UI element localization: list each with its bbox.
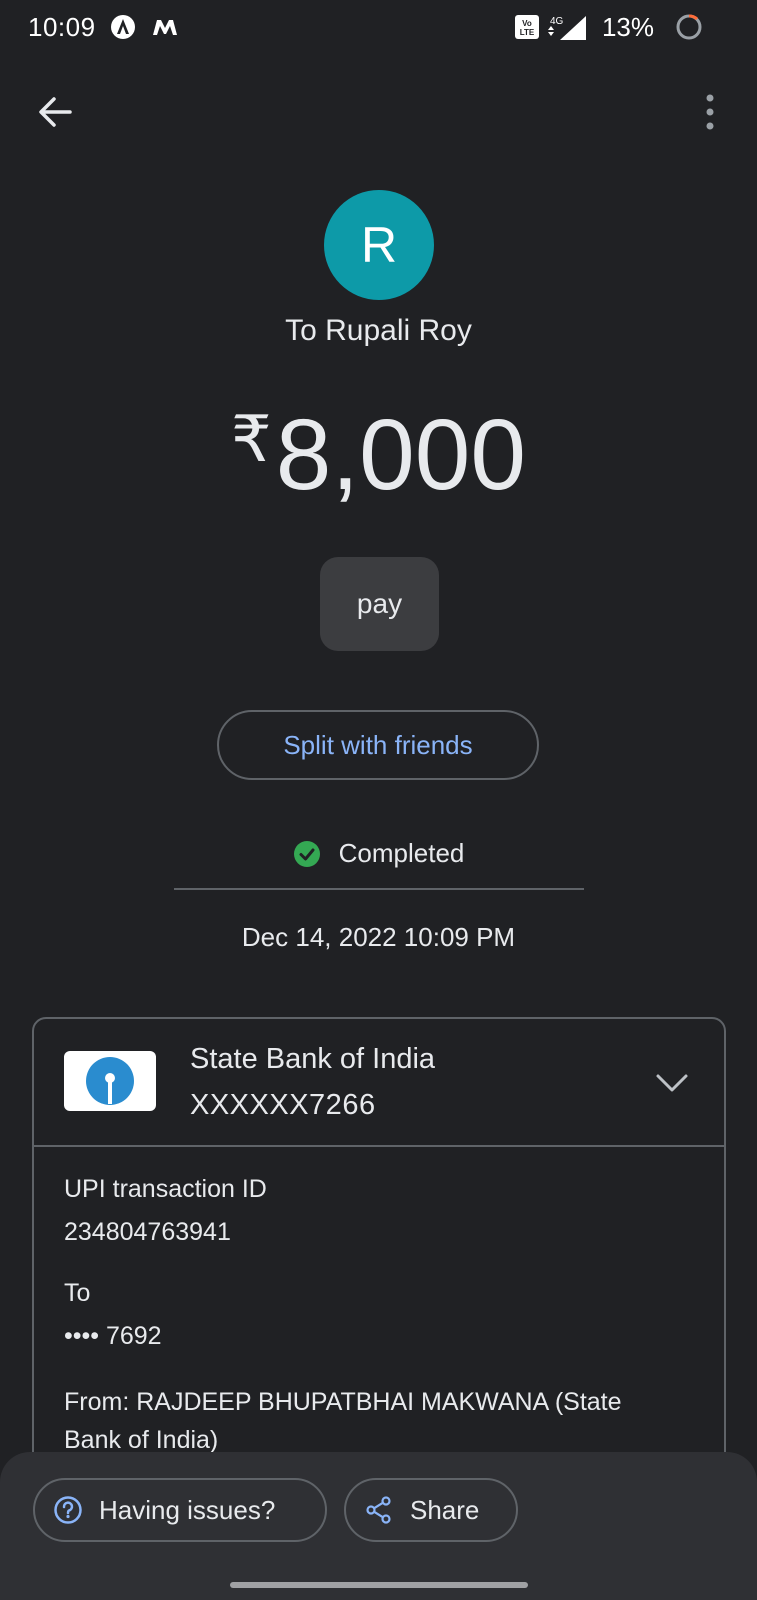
from-line: From: RAJDEEP BHUPATBHAI MAKWANA (State … xyxy=(64,1383,704,1459)
share-icon xyxy=(366,1496,391,1524)
to-label: To xyxy=(64,1279,91,1307)
recipient-name: To Rupali Roy xyxy=(285,314,472,347)
recipient-avatar: R xyxy=(324,190,434,300)
payment-datetime: Dec 14, 2022 10:09 PM xyxy=(241,922,516,952)
share-button[interactable]: Share xyxy=(344,1478,518,1542)
share-label: Share xyxy=(410,1494,480,1525)
m-app-notification-icon xyxy=(150,14,180,40)
bank-name: State Bank of India xyxy=(190,1043,436,1075)
svg-text:LTE: LTE xyxy=(520,28,535,37)
to-account-value: •••• 7692 xyxy=(64,1322,162,1350)
bank-details-card: State Bank of India XXXXXX7266 UPI trans… xyxy=(32,1017,726,1477)
payment-note: pay xyxy=(320,557,439,651)
status-text: Completed xyxy=(338,838,465,868)
payment-amount: ₹8,000 xyxy=(0,398,757,513)
having-issues-button[interactable]: Having issues? xyxy=(33,1478,327,1542)
bank-account-number: XXXXXX7266 xyxy=(190,1089,376,1121)
transaction-details: UPI transaction ID 234804763941 To •••• … xyxy=(64,1175,704,1459)
payment-details-screen: 10:09 Vo LTE 4G 13% R To Rupali Roy ₹8,00 xyxy=(0,0,757,1600)
home-indicator[interactable] xyxy=(230,1582,528,1588)
upi-transaction-id-label: UPI transaction ID xyxy=(64,1175,267,1203)
check-circle-icon xyxy=(293,840,320,867)
status-bar: 10:09 Vo LTE 4G 13% xyxy=(0,0,757,56)
network-type: 4G xyxy=(550,16,564,27)
expand-button[interactable] xyxy=(652,1063,692,1103)
divider xyxy=(174,888,584,890)
having-issues-label: Having issues? xyxy=(99,1494,276,1525)
upi-transaction-id-value: 234804763941 xyxy=(64,1218,231,1246)
amount-value: 8,000 xyxy=(275,399,526,511)
more-options-button[interactable] xyxy=(686,88,734,136)
arrow-back-icon xyxy=(39,97,72,127)
chevron-down-icon xyxy=(656,1074,688,1092)
from-line-1: From: RAJDEEP BHUPATBHAI MAKWANA (State xyxy=(64,1388,622,1416)
payment-status: Completed xyxy=(0,838,757,869)
battery-icon xyxy=(674,12,704,47)
signal-icon: 4G xyxy=(546,14,592,47)
help-icon xyxy=(54,1496,82,1524)
sbi-logo-icon xyxy=(64,1051,156,1111)
split-with-friends-button[interactable]: Split with friends xyxy=(217,710,539,780)
more-vert-icon xyxy=(706,94,714,130)
back-button[interactable] xyxy=(30,88,78,136)
volte-icon: Vo LTE xyxy=(514,14,540,45)
currency-symbol: ₹ xyxy=(231,403,272,475)
status-time: 10:09 xyxy=(28,12,96,42)
app-notification-icon xyxy=(110,14,136,40)
battery-percent: 13% xyxy=(601,12,654,42)
svg-text:Vo: Vo xyxy=(522,19,532,28)
bank-account-header[interactable]: State Bank of India XXXXXX7266 xyxy=(34,1019,724,1147)
bottom-action-bar: Having issues? Share xyxy=(0,1452,757,1600)
